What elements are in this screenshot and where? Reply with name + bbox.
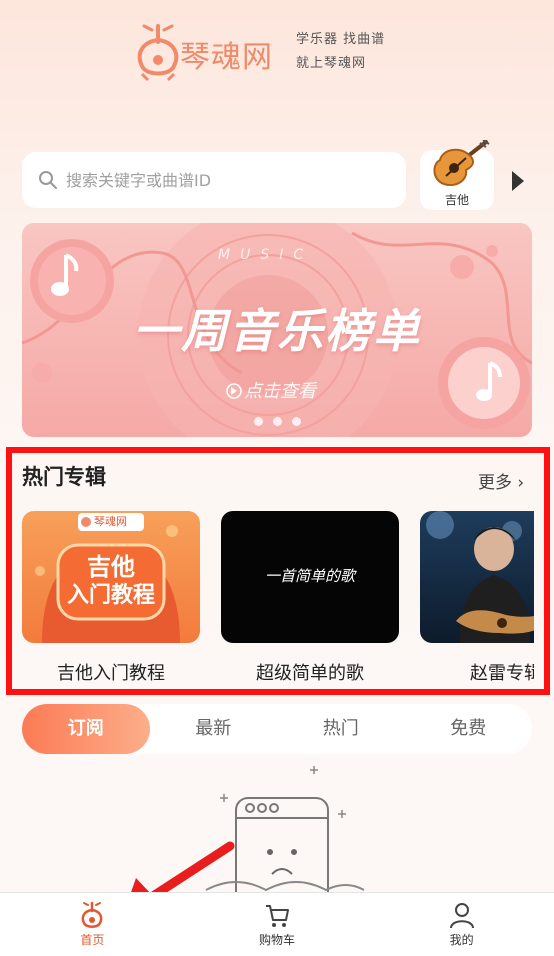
nav-home-label: 首页 bbox=[80, 933, 105, 947]
slogan-line-1: 学乐器 找曲谱 bbox=[296, 32, 386, 47]
nav-profile-label: 我的 bbox=[449, 933, 474, 947]
banner-music-text: MUSIC bbox=[218, 247, 314, 263]
instrument-label: 吉他 bbox=[444, 193, 469, 207]
banner-dot[interactable] bbox=[273, 417, 282, 426]
search-icon bbox=[39, 171, 57, 189]
instrument-guitar-button[interactable]: 吉他 bbox=[420, 140, 494, 210]
nav-cart-label: 购物车 bbox=[259, 933, 296, 947]
album-name: 吉他入门教程 bbox=[57, 663, 165, 684]
tab-free[interactable]: 免费 bbox=[405, 704, 533, 754]
slogan-line-2: 就上琴魂网 bbox=[296, 56, 367, 71]
tab-latest[interactable]: 最新 bbox=[150, 704, 278, 754]
banner-title: 一周音乐榜单 bbox=[133, 304, 421, 358]
album-cover-photo bbox=[426, 511, 534, 643]
brand-slogan: 学乐器 找曲谱 就上琴魂网 bbox=[296, 28, 385, 76]
album-cover: 琴魂网 吉他 入门教程 bbox=[22, 511, 200, 643]
album-card[interactable]: 琴魂网 吉他 入门教程 吉他入门教程 bbox=[22, 511, 200, 684]
banner-dot[interactable] bbox=[292, 417, 301, 426]
scroll-right-arrow-icon[interactable] bbox=[512, 171, 524, 191]
album-name: 赵雷专辑 bbox=[470, 663, 534, 684]
album-cover: 一首简单的歌 bbox=[221, 511, 399, 643]
brand-header: 琴魂网 学乐器 找曲谱 就上琴魂网 bbox=[132, 22, 402, 84]
user-icon bbox=[449, 903, 474, 929]
album-card[interactable]: 赵雷专辑 bbox=[420, 511, 534, 691]
search-input[interactable] bbox=[66, 170, 366, 190]
content-tabs: 订阅 最新 热门 免费 bbox=[22, 704, 532, 754]
hot-albums-title: 热门专辑 bbox=[22, 465, 106, 489]
banner-cta[interactable]: 点击查看 bbox=[228, 377, 316, 403]
banner-pagination bbox=[254, 417, 301, 426]
banner-dot[interactable] bbox=[254, 417, 263, 426]
home-guitar-icon bbox=[81, 901, 103, 928]
cart-icon bbox=[266, 905, 289, 927]
brand-name: 琴魂网 bbox=[180, 40, 273, 75]
banner-cta-label: 点击查看 bbox=[244, 381, 316, 402]
promo-banner[interactable]: MUSIC 一周音乐榜单 点击查看 bbox=[22, 223, 532, 437]
nav-profile[interactable]: 我的 bbox=[369, 893, 554, 956]
tab-subscribe[interactable]: 订阅 bbox=[22, 704, 150, 754]
guitar-logo-icon bbox=[137, 24, 179, 82]
album-cover bbox=[420, 511, 534, 643]
album-cover-text: 一首简单的歌 bbox=[264, 567, 355, 585]
nav-cart[interactable]: 购物车 bbox=[185, 893, 370, 956]
album-cover-badge: 琴魂网 bbox=[94, 515, 127, 528]
guitar-icon bbox=[433, 140, 490, 186]
bottom-navigation: 首页 购物车 我的 bbox=[0, 892, 554, 956]
tab-hot[interactable]: 热门 bbox=[277, 704, 405, 754]
nav-home[interactable]: 首页 bbox=[0, 893, 185, 956]
album-cover-text-2: 入门教程 bbox=[66, 583, 155, 608]
album-card[interactable]: 一首简单的歌 超级简单的歌 bbox=[221, 511, 399, 684]
album-name: 超级简单的歌 bbox=[256, 663, 364, 684]
more-link[interactable]: 更多 › bbox=[478, 468, 524, 493]
search-bar[interactable] bbox=[22, 152, 406, 208]
